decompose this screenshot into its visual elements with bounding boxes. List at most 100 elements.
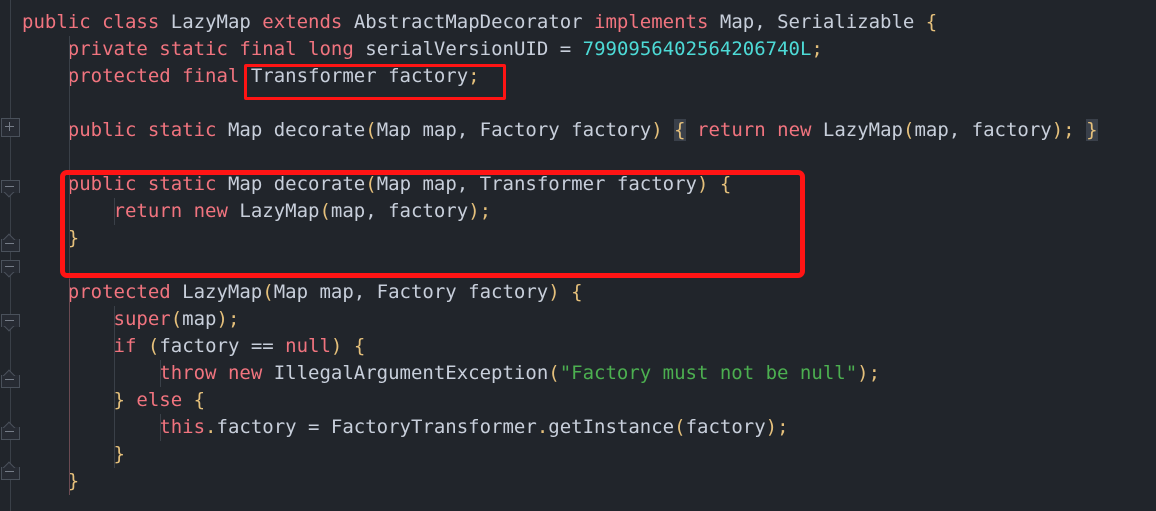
code-line[interactable]: public class LazyMap extends AbstractMap…	[22, 9, 937, 36]
code-line[interactable]: throw new IllegalArgumentException("Fact…	[22, 360, 880, 387]
code-line[interactable]: super(map);	[22, 306, 240, 333]
code-token: ;	[811, 38, 823, 60]
code-token: (	[903, 119, 915, 141]
fold-end-marker-2-icon[interactable]	[1, 260, 20, 279]
fold-dash	[5, 243, 14, 244]
code-token: ;	[468, 65, 480, 87]
code-token: implements	[594, 11, 709, 33]
code-editor[interactable]: public class LazyMap extends AbstractMap…	[0, 0, 1156, 511]
code-token: if	[113, 335, 137, 357]
code-token: Map map, Factory factory	[273, 281, 549, 303]
fold-expand-class-icon[interactable]	[1, 118, 20, 137]
code-token: factory	[685, 416, 766, 438]
code-token: {	[719, 173, 732, 195]
code-token: protected	[67, 65, 171, 87]
code-token: serialVersionUID	[365, 38, 560, 60]
code-line[interactable]	[22, 144, 33, 171]
code-token: );	[216, 308, 240, 330]
code-token: IllegalArgumentException	[273, 362, 549, 384]
fold-box	[1, 239, 20, 252]
code-token: final	[182, 65, 240, 87]
code-token: );	[468, 200, 492, 222]
code-token: map, factory	[330, 200, 469, 222]
code-line[interactable]: protected LazyMap(Map map, Factory facto…	[22, 279, 583, 306]
code-token: Map decorate	[227, 119, 366, 141]
fold-plus-vertical	[9, 122, 10, 131]
code-token: (	[170, 308, 183, 330]
editor-gutter[interactable]	[0, 0, 22, 511]
code-line[interactable]	[22, 90, 33, 117]
code-token: return	[697, 119, 766, 141]
indent-guide	[68, 279, 70, 495]
code-token: (	[147, 335, 160, 357]
code-token: (	[262, 281, 274, 303]
code-line[interactable]: return new LazyMap(map, factory);	[22, 198, 492, 225]
code-token: )	[330, 335, 343, 357]
code-token: .	[205, 416, 217, 438]
code-line[interactable]: public static Map decorate(Map map, Tran…	[22, 171, 732, 198]
fold-start-marker-3-icon[interactable]	[1, 420, 20, 440]
code-token: final	[239, 38, 297, 60]
code-line[interactable]: this.factory = FactoryTransformer.getIns…	[22, 414, 788, 441]
code-token: Map map, Factory factory	[376, 119, 652, 141]
code-line[interactable]: private static final long serialVersionU…	[22, 36, 823, 63]
code-token: )	[696, 173, 709, 195]
fold-start-marker-2-icon[interactable]	[1, 368, 20, 388]
code-line[interactable]: }	[22, 225, 79, 252]
code-token: static	[147, 173, 217, 195]
code-line[interactable]: if (factory == null) {	[22, 333, 366, 360]
code-area[interactable]: public class LazyMap extends AbstractMap…	[22, 0, 1156, 511]
code-token: else	[136, 389, 183, 411]
fold-end-marker-3-icon[interactable]	[1, 314, 20, 333]
fold-chevron	[1, 272, 18, 280]
code-token: new	[227, 362, 263, 384]
code-token: new	[777, 119, 812, 141]
code-token: {	[925, 11, 938, 33]
code-token: super	[113, 308, 171, 330]
fold-box	[1, 375, 20, 388]
code-token: "Factory must not be null"	[559, 362, 858, 384]
code-token: return	[113, 200, 183, 222]
code-line[interactable]: protected final Transformer factory;	[22, 63, 480, 90]
code-token: new	[193, 200, 228, 222]
fold-start-marker-1-icon[interactable]	[1, 232, 20, 252]
code-token: =	[308, 416, 331, 438]
fold-chevron	[1, 368, 18, 376]
code-token: Map decorate	[227, 173, 366, 195]
code-line[interactable]: public static Map decorate(Map map, Fact…	[22, 117, 1098, 144]
code-token: factory	[159, 335, 251, 357]
code-line[interactable]: }	[22, 468, 79, 495]
code-token: Map map, Transformer factory	[376, 173, 697, 195]
code-token: static	[159, 38, 228, 60]
fold-start-marker-4-icon[interactable]	[1, 460, 20, 480]
code-token: LazyMap	[239, 200, 320, 222]
code-token: (	[365, 119, 377, 141]
indent-guide	[114, 198, 116, 225]
fold-end-marker-1-icon[interactable]	[1, 180, 20, 199]
code-token: Transformer factory	[250, 65, 469, 87]
code-line[interactable]: }	[22, 441, 125, 468]
code-token: throw	[159, 362, 217, 384]
code-token: long	[308, 38, 354, 60]
code-line[interactable]	[22, 252, 33, 279]
